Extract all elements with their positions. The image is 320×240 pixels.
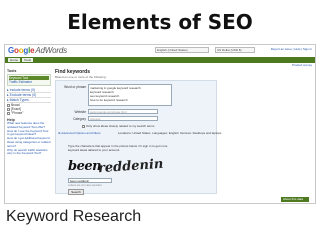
adwords-logo[interactable]: GoogleAdWords [8, 46, 67, 55]
checkbox-icon[interactable] [7, 111, 10, 115]
languages-chip[interactable]: Languages: English [152, 131, 178, 135]
keywords-textarea[interactable]: marketing in google keyword research key… [88, 84, 172, 106]
website-input[interactable]: www.google.com/page.html [88, 109, 158, 114]
search-button[interactable]: Search [68, 189, 84, 195]
keyword-line: how to do keyword research [90, 98, 128, 102]
main-panel: Find keywords Based on one or more of th… [55, 69, 313, 203]
checkbox-icon[interactable] [82, 124, 85, 128]
similar-terms-option[interactable]: Only show ideas closely related to my se… [82, 124, 154, 128]
about-data-button[interactable]: About this data [281, 197, 309, 202]
captcha-image: reddenin [97, 156, 164, 177]
filter-chips: Locations: United States Languages: Engl… [118, 131, 221, 135]
sidebar: Tools Keyword Tool Traffic Estimator ▸ I… [7, 69, 51, 203]
slide-caption: Keyword Research [6, 208, 142, 225]
advanced-options-label: Advanced Options and Filters [61, 131, 101, 135]
devices-chip[interactable]: Devices: Desktops and laptops [180, 131, 221, 135]
slide-title: Elements of SEO [67, 10, 253, 34]
product-survey-link[interactable]: Product survey [292, 63, 312, 67]
page-subtitle: Based on one or more of the following: [55, 75, 107, 79]
adwords-screenshot: GoogleAdWords English (United States) US… [4, 44, 316, 204]
category-label: Category [73, 117, 86, 121]
nav-home-tab[interactable]: Home [8, 58, 21, 62]
advanced-options-link[interactable]: ⊕ Advanced Options and Filters [58, 131, 101, 135]
captcha-image: been [68, 159, 102, 174]
account-links[interactable]: Report an issue | Help | Sign in [271, 47, 312, 51]
language-select[interactable]: English (United States) [155, 47, 209, 53]
captcha-instructions: Type the characters that appear in the p… [68, 144, 168, 152]
similar-terms-label: Only show ideas closely related to my se… [86, 124, 155, 128]
help-link[interactable]: How do I get additional keyword ideas us… [7, 136, 51, 148]
sidebar-item-traffic-estimator[interactable]: Traffic Estimator [9, 80, 49, 84]
help-link[interactable]: Why do search traffic statistics vary in… [7, 148, 51, 157]
currency-select[interactable]: US Dollar (USD $) [215, 47, 255, 53]
logo-product-name: AdWords [35, 46, 67, 55]
top-bar: GoogleAdWords English (United States) US… [5, 45, 315, 57]
locations-chip[interactable]: Locations: United States [118, 131, 151, 135]
captcha-hint: Letters are not case-sensitive [68, 184, 102, 187]
tools-list: Keyword Tool Traffic Estimator [7, 74, 51, 86]
category-select[interactable]: Apparel [88, 116, 158, 121]
match-type-label: "Phrase" [11, 111, 24, 115]
captcha-input[interactable]: been reddenin [68, 178, 112, 183]
nav-tools-tab[interactable]: Tools [22, 58, 34, 62]
help-strip: Product survey [5, 63, 315, 68]
word-label: Word or phrase [64, 85, 86, 89]
website-label: Website [74, 110, 86, 114]
match-type-phrase[interactable]: "Phrase" [7, 111, 51, 115]
logo-letter: e [30, 46, 35, 55]
search-form: Word or phrase marketing in google keywo… [55, 80, 221, 195]
